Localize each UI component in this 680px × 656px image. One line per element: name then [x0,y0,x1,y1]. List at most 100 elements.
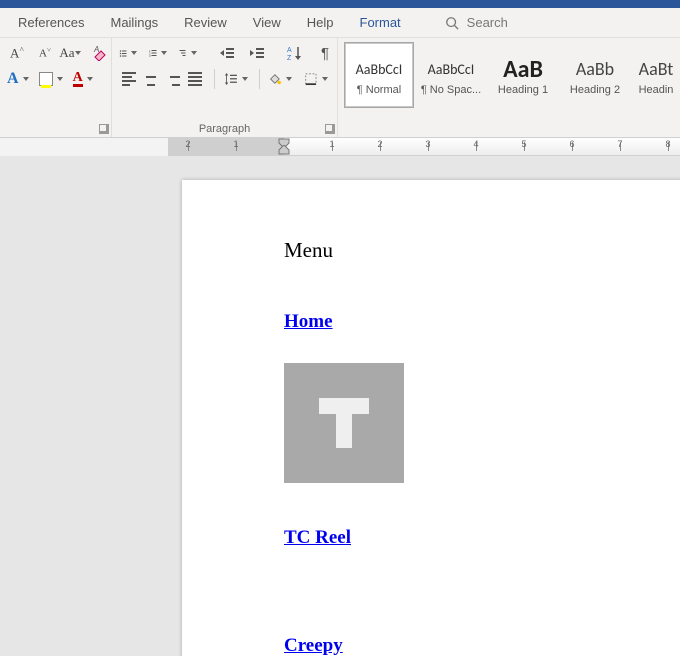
style-name: Heading 2 [570,84,620,96]
font-color-icon: A [73,72,83,87]
style-name: ¶ No Spac... [421,84,481,96]
line-spacing-icon [224,71,238,87]
ruler-label: 1 [329,139,334,149]
tab-review[interactable]: Review [184,15,227,30]
ruler-ticks: 2 1 1 2 3 4 5 6 7 8 [168,138,680,155]
pilcrow-icon: ¶ [321,45,329,62]
justify-button[interactable] [184,68,206,90]
style-preview: AaB [503,54,543,84]
search-label: Search [467,15,508,30]
style-preview: AaBbCcI [356,54,403,84]
multilevel-list-button[interactable] [178,42,200,64]
font-color-button[interactable]: A [72,68,96,90]
highlight-button[interactable] [38,68,66,90]
style-name: ¶ Normal [357,84,401,96]
horizontal-ruler[interactable]: 2 1 1 2 3 4 5 6 7 8 [168,138,680,156]
sort-button[interactable]: AZ [284,42,306,64]
tab-view[interactable]: View [253,15,281,30]
borders-button[interactable] [303,68,331,90]
paint-bucket-icon [268,71,282,87]
style-name: Heading 1 [498,84,548,96]
align-left-button[interactable] [118,68,140,90]
ruler-label: 3 [425,139,430,149]
style-name: Headin [639,84,674,96]
outdent-icon [219,45,235,61]
justify-icon [188,72,202,86]
style-preview: AaBbCcI [428,54,475,84]
numbering-button[interactable]: 123 [148,42,170,64]
svg-text:Z: Z [287,55,292,61]
ruler-label: 8 [665,139,670,149]
align-right-icon [166,72,180,86]
style-heading-2[interactable]: AaBb Heading 2 [560,42,630,108]
shading-button[interactable] [267,68,295,90]
page[interactable]: Menu Home TC Reel Creepy [182,180,680,656]
decrease-indent-button[interactable] [216,42,238,64]
ruler-label: 4 [473,139,478,149]
ruler-label: 1 [233,139,238,149]
ruler-label: 5 [521,139,526,149]
highlight-icon [39,72,53,86]
shrink-font-button[interactable]: A˅ [34,42,56,64]
align-left-icon [122,72,136,86]
ruler-label: 6 [569,139,574,149]
separator [259,69,260,89]
ribbon-tabs: References Mailings Review View Help For… [0,8,680,38]
font-dialog-launcher[interactable] [99,124,109,134]
tab-help[interactable]: Help [307,15,334,30]
svg-text:A: A [93,45,99,54]
bullets-button[interactable] [118,42,140,64]
indent-icon [249,45,265,61]
svg-text:A: A [287,47,292,54]
placeholder-icon [319,398,369,448]
style-preview: AaBb [576,54,614,84]
search-box[interactable]: Search [445,15,508,30]
borders-icon [304,71,318,87]
style-heading-3[interactable]: AaBt Headin [632,42,680,108]
style-no-spacing[interactable]: AaBbCcI ¶ No Spac... [416,42,486,108]
eraser-icon: A [93,45,109,61]
ruler-label: 2 [185,139,190,149]
clear-formatting-button[interactable]: A [90,42,112,64]
style-normal[interactable]: AaBbCcI ¶ Normal [344,42,414,108]
doc-link-creepy[interactable]: Creepy [284,635,680,656]
image-placeholder[interactable] [284,363,404,483]
tab-format[interactable]: Format [360,15,401,30]
align-center-button[interactable] [140,68,162,90]
align-center-icon [144,72,158,86]
doc-link-home[interactable]: Home [284,311,680,333]
hanging-indent-marker[interactable] [278,145,290,155]
show-hide-button[interactable]: ¶ [314,42,336,64]
svg-text:3: 3 [149,54,151,58]
title-bar [0,0,680,8]
search-icon [445,16,459,30]
ruler-area: 2 1 1 2 3 4 5 6 7 8 [0,138,680,156]
ruler-label: 7 [617,139,622,149]
change-case-button[interactable]: Aa [62,42,84,64]
numbering-icon: 123 [149,45,157,61]
sort-icon: AZ [287,45,303,61]
style-heading-1[interactable]: AaB Heading 1 [488,42,558,108]
style-preview: AaBt [639,54,674,84]
bullets-icon [119,45,127,61]
multilevel-icon [179,45,187,61]
ribbon: A˄ A˅ Aa A A A 123 [0,38,680,138]
tab-references[interactable]: References [18,15,84,30]
doc-text-menu[interactable]: Menu [284,238,680,263]
increase-indent-button[interactable] [246,42,268,64]
paragraph-dialog-launcher[interactable] [325,124,335,134]
text-effects-icon: A [7,70,19,88]
font-group: A˄ A˅ Aa A A A [0,38,112,137]
document-area: Menu Home TC Reel Creepy [0,156,680,656]
separator [214,69,215,89]
paragraph-group: 123 AZ ¶ [112,38,338,137]
ruler-label: 2 [377,139,382,149]
tab-mailings[interactable]: Mailings [110,15,158,30]
paragraph-group-label: Paragraph [112,123,337,135]
grow-font-button[interactable]: A˄ [6,42,28,64]
align-right-button[interactable] [162,68,184,90]
styles-gallery: AaBbCcI ¶ Normal AaBbCcI ¶ No Spac... Aa… [338,38,680,137]
line-spacing-button[interactable] [223,68,251,90]
text-effects-button[interactable]: A [6,68,32,90]
doc-link-tcreel[interactable]: TC Reel [284,527,680,549]
